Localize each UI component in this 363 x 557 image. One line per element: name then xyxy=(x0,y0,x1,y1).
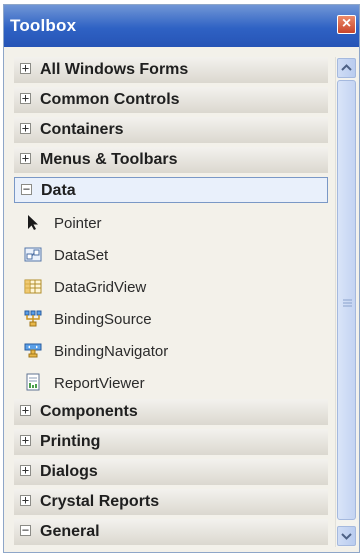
expand-icon[interactable]: + xyxy=(20,494,31,506)
category-label: Common Controls xyxy=(40,91,180,108)
category-data[interactable]: − Data xyxy=(14,177,328,203)
expand-icon[interactable]: + xyxy=(20,404,31,416)
category-label: Components xyxy=(40,403,138,420)
category-printing[interactable]: + Printing xyxy=(14,429,328,455)
category-all-windows-forms[interactable]: + All Windows Forms xyxy=(14,57,328,83)
scroll-down-button[interactable] xyxy=(337,526,356,546)
expand-icon[interactable]: + xyxy=(20,152,31,164)
category-label: Containers xyxy=(40,121,124,138)
category-common-controls[interactable]: + Common Controls xyxy=(14,87,328,113)
close-icon: × xyxy=(341,15,352,32)
category-general[interactable]: − General xyxy=(14,519,328,545)
category-label: Menus & Toolbars xyxy=(40,151,178,168)
toolbox-item-reportviewer[interactable]: ReportViewer xyxy=(14,367,328,399)
expand-icon[interactable]: + xyxy=(20,122,31,134)
toolbox-window: Toolbox × + All Windows Forms + Common Cont… xyxy=(3,4,360,553)
item-label: ReportViewer xyxy=(54,375,145,392)
reportviewer-icon xyxy=(26,373,40,391)
bindingnavigator-icon xyxy=(24,343,42,358)
item-label: Pointer xyxy=(54,215,102,232)
datagridview-icon xyxy=(24,279,42,294)
category-label: Crystal Reports xyxy=(40,493,160,510)
toolbox-item-bindingsource[interactable]: BindingSource xyxy=(14,303,328,335)
chevron-up-icon xyxy=(341,64,352,71)
expand-icon[interactable]: + xyxy=(20,434,31,446)
category-containers[interactable]: + Containers xyxy=(14,117,328,143)
close-button[interactable]: × xyxy=(337,15,356,34)
collapse-icon[interactable]: − xyxy=(20,524,31,536)
collapse-icon[interactable]: − xyxy=(21,183,32,195)
window-title: Toolbox xyxy=(10,16,77,35)
category-label: Data xyxy=(41,182,76,199)
toolbox-list: + All Windows Forms + Common Controls + Conta… xyxy=(14,57,328,549)
category-components[interactable]: + Components xyxy=(14,399,328,425)
category-label: Dialogs xyxy=(40,463,98,480)
chevron-down-icon xyxy=(341,533,352,540)
item-label: DataSet xyxy=(54,247,109,264)
bindingsource-icon xyxy=(24,310,42,327)
expand-icon[interactable]: + xyxy=(20,62,31,74)
expand-icon[interactable]: + xyxy=(20,464,31,476)
category-label: Printing xyxy=(40,433,101,450)
toolbox-item-pointer[interactable]: Pointer xyxy=(14,207,328,239)
vertical-scrollbar[interactable] xyxy=(335,57,357,547)
toolbox-item-datagridview[interactable]: DataGridView xyxy=(14,271,328,303)
toolbox-item-bindingnavigator[interactable]: BindingNavigator xyxy=(14,335,328,367)
item-label: BindingNavigator xyxy=(54,343,169,360)
category-dialogs[interactable]: + Dialogs xyxy=(14,459,328,485)
expand-icon[interactable]: + xyxy=(20,92,31,104)
scroll-up-button[interactable] xyxy=(337,58,356,78)
pointer-arrow-icon xyxy=(28,215,38,230)
dataset-icon xyxy=(24,247,42,262)
category-label: General xyxy=(40,523,100,540)
category-label: All Windows Forms xyxy=(40,61,189,78)
title-bar[interactable]: Toolbox × xyxy=(4,5,359,47)
item-label: BindingSource xyxy=(54,311,152,328)
category-menus-and-toolbars[interactable]: + Menus & Toolbars xyxy=(14,147,328,173)
category-crystal-reports[interactable]: + Crystal Reports xyxy=(14,489,328,515)
scroll-thumb[interactable] xyxy=(337,80,356,520)
grip-icon xyxy=(343,299,352,307)
item-label: DataGridView xyxy=(54,279,147,296)
toolbox-item-dataset[interactable]: DataSet xyxy=(14,239,328,271)
